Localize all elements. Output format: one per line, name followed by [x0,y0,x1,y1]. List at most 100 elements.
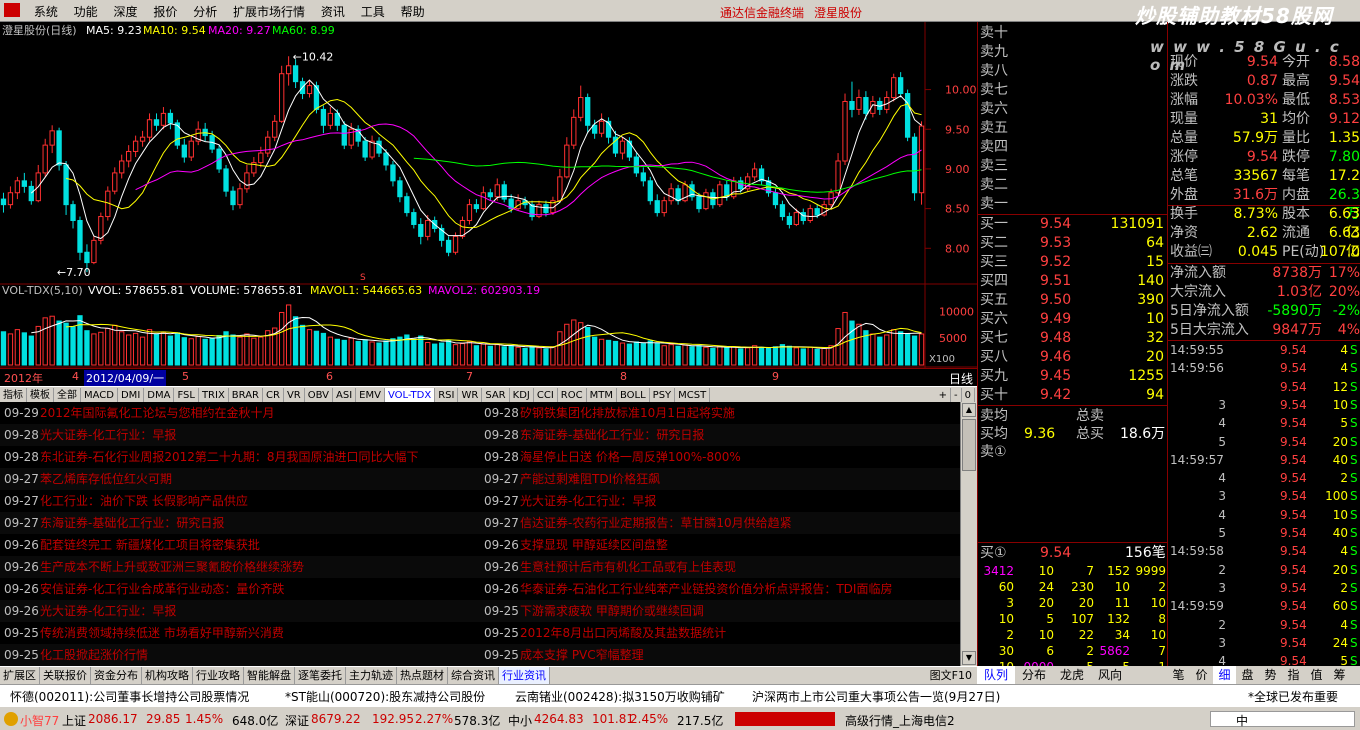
news-item[interactable]: 09-25化工股掀起涨价行情 [0,644,480,666]
ticker-item[interactable]: 云南锗业(002428):拟3150万收购铺矿 [515,688,725,705]
tick-tab[interactable]: 笔 [1167,666,1190,684]
order-tab[interactable]: 分布 [1015,666,1053,684]
bottom-tab[interactable]: 扩展区 [0,667,40,684]
bottom-tab[interactable]: 资金分布 [91,667,142,684]
news-title[interactable]: 安信证券-化工行业合成革行业动态：量价齐跌 [40,582,284,596]
indicator-tab-dmi[interactable]: DMI [118,388,145,403]
indicator-tab-trix[interactable]: TRIX [199,388,229,403]
news-title[interactable]: 2012年国际氟化工论坛与您相约在金秋十月 [40,406,275,420]
indicator-tab-sar[interactable]: SAR [482,388,510,403]
news-item[interactable]: 09-26光大证券-化工行业：早报 [0,600,480,622]
news-item[interactable]: 09-27光大证券-化工行业：早报 [480,490,960,512]
indicator-tab-wr[interactable]: WR [458,388,483,403]
news-item[interactable]: 09-25成本支撑 PVC窄幅整理 [480,644,960,666]
tick-tab[interactable]: 值 [1305,666,1328,684]
indicator-tab-cr[interactable]: CR [263,388,284,403]
indicator-tab-cci[interactable]: CCI [534,388,558,403]
indicator-tab-dma[interactable]: DMA [144,388,175,403]
news-item[interactable]: 09-28海星停止日送 价格一周反弹100%-800% [480,446,960,468]
news-item[interactable]: 09-26配套链终完工 新疆煤化工项目将密集获批 [0,534,480,556]
news-title[interactable]: 成本支撑 PVC窄幅整理 [520,648,644,662]
news-item[interactable]: 09-28矽钢铁集团化排放标准10月1日起将实施 [480,402,960,424]
bottom-tab[interactable]: 关联报价 [40,667,91,684]
news-title[interactable]: 支撑显现 甲醇延续区间盘整 [520,538,668,552]
ticker-item[interactable]: 怀德(002011):公司董事长增持公司股票情况 [10,688,249,705]
tick-tab[interactable]: 指 [1282,666,1305,684]
news-item[interactable]: 09-28东北证券-石化行业周报2012第二十九期：8月我国原油进口同比大幅下 [0,446,480,468]
news-title[interactable]: 光大证券-化工行业：早报 [40,604,176,618]
menu-function[interactable]: 功能 [68,0,104,23]
order-tab[interactable]: 龙虎 [1053,666,1091,684]
news-title[interactable]: 矽钢铁集团化排放标准10月1日起将实施 [520,406,735,420]
news-scrollbar[interactable]: ▲ ▼ [960,402,977,666]
indicator-tab-macd[interactable]: MACD [81,388,118,403]
news-item[interactable]: 09-28东海证券-基础化工行业：研究日报 [480,424,960,446]
ticker-item[interactable]: 沪深两市上市公司重大事项公告一览(9月27日) [752,688,1000,705]
indicator-tab-roc[interactable]: ROC [558,388,587,403]
news-item[interactable]: 09-26安信证券-化工行业合成革行业动态：量价齐跌 [0,578,480,600]
menu-quote[interactable]: 报价 [147,0,183,23]
news-title[interactable]: 生产成本不断上升或致亚洲三聚氰胺价格继续涨势 [40,560,304,574]
news-title[interactable]: 化工股掀起涨价行情 [40,648,148,662]
news-item[interactable]: 09-27产能过剩难阻TDI价格狂飙 [480,468,960,490]
indicator-tab-mtm[interactable]: MTM [587,388,617,403]
indicator-control-button[interactable]: - [951,388,962,403]
news-item[interactable]: 09-26华泰证券-石油化工行业纯苯产业链投资价值分析点评报告：TDI面临房 [480,578,960,600]
server-name[interactable]: 高级行情_上海电信2 [845,712,955,729]
news-title[interactable]: 东海证券-基础化工行业：研究日报 [520,428,704,442]
ticker-item[interactable]: *全球已发布重要 [1248,688,1338,705]
indicator-tab-kdj[interactable]: KDJ [510,388,534,403]
kline-chart[interactable]: 澄星股份(日线) MA5: 9.23 MA10: 9.54 MA20: 9.27 MA6… [0,22,977,386]
order-tab[interactable]: 风向 [1091,666,1129,684]
ticker-item[interactable]: *ST能山(000720):股东减持公司股份 [285,688,485,705]
username[interactable]: 小智77 [20,712,59,729]
indicator-tab-obv[interactable]: OBV [305,388,333,403]
indicator-tab-指标[interactable]: 指标 [0,388,27,403]
bottom-tab[interactable]: 行业资讯 [499,667,550,684]
tick-tab[interactable]: 盘 [1236,666,1259,684]
indicator-tab-模板[interactable]: 模板 [27,388,54,403]
ime-toolbar[interactable] [1210,711,1355,727]
news-item[interactable]: 09-25传统消费领域持续低迷 市场看好甲醇新兴消费 [0,622,480,644]
news-title[interactable]: 化工行业：油价下跌 长假影响产品供应 [40,494,248,508]
news-title[interactable]: 配套链终完工 新疆煤化工项目将密集获批 [40,538,260,552]
indicator-tab-asi[interactable]: ASI [333,388,357,403]
scroll-up-icon[interactable]: ▲ [962,403,976,417]
bottom-tab[interactable]: 智能解盘 [244,667,295,684]
news-item[interactable]: 09-26生产成本不断上升或致亚洲三聚氰胺价格继续涨势 [0,556,480,578]
news-title[interactable]: 东海证券-基础化工行业：研究日报 [40,516,224,530]
menu-news[interactable]: 资讯 [315,0,351,23]
news-title[interactable]: 下游需求疲软 甲醇期价或继续回调 [520,604,704,618]
news-title[interactable]: 产能过剩难阻TDI价格狂飙 [520,472,660,486]
news-title[interactable]: 光大证券-化工行业：早报 [520,494,656,508]
indicator-tab-psy[interactable]: PSY [650,388,676,403]
news-item[interactable]: 09-27苯乙烯库存低位红火可期 [0,468,480,490]
ime-mode[interactable]: 中 [1236,712,1248,729]
news-item[interactable]: 09-252012年8月出口丙烯酸及其盐数据统计 [480,622,960,644]
tick-tab[interactable]: 势 [1259,666,1282,684]
news-item[interactable]: 09-25下游需求疲软 甲醇期价或继续回调 [480,600,960,622]
tick-tab[interactable]: 筹 [1328,666,1351,684]
indicator-control-button[interactable]: 0 [962,388,975,403]
news-title[interactable]: 东北证券-石化行业周报2012第二十九期：8月我国原油进口同比大幅下 [40,450,419,464]
news-item[interactable]: 09-26生意社预计后市有机化工品或有上佳表现 [480,556,960,578]
indicator-tab-boll[interactable]: BOLL [617,388,650,403]
bottom-tab[interactable]: 逐笔委托 [295,667,346,684]
indicator-tab-emv[interactable]: EMV [356,388,385,403]
news-item[interactable]: 09-292012年国际氟化工论坛与您相约在金秋十月 [0,402,480,424]
indicator-tab-全部[interactable]: 全部 [54,388,81,403]
f10-button[interactable]: 图文F10 [927,667,975,684]
bottom-tab[interactable]: 行业攻略 [193,667,244,684]
menu-ext-market[interactable]: 扩展市场行情 [227,0,311,23]
news-title[interactable]: 海星停止日送 价格一周反弹100%-800% [520,450,741,464]
indicator-tab-brar[interactable]: BRAR [229,388,263,403]
news-item[interactable]: 09-27化工行业：油价下跌 长假影响产品供应 [0,490,480,512]
menu-help[interactable]: 帮助 [395,0,431,23]
news-title[interactable]: 生意社预计后市有机化工品或有上佳表现 [520,560,736,574]
news-title[interactable]: 2012年8月出口丙烯酸及其盐数据统计 [520,626,726,640]
menu-system[interactable]: 系统 [28,0,64,23]
menu-depth[interactable]: 深度 [108,0,144,23]
news-title[interactable]: 苯乙烯库存低位红火可期 [40,472,172,486]
bottom-tab[interactable]: 主力轨迹 [346,667,397,684]
period-button[interactable]: 日线 [949,370,973,387]
